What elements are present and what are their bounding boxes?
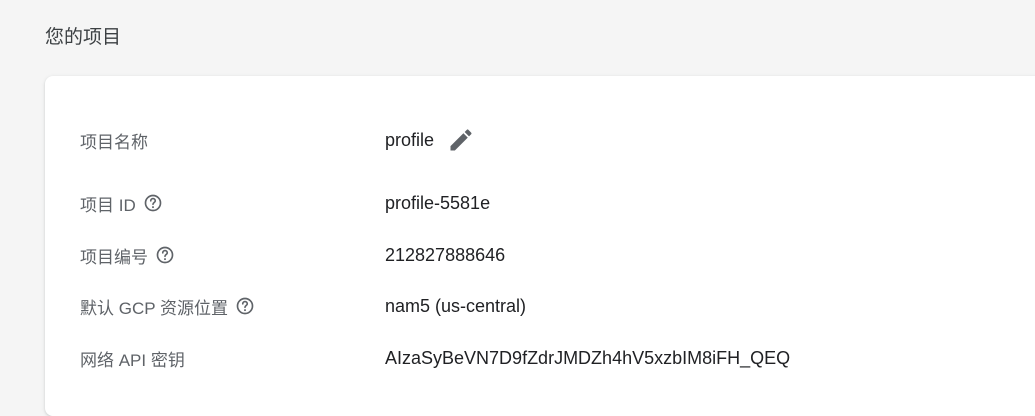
field-label-project-number: 项目编号 xyxy=(80,237,175,273)
field-label-project-id: 项目 ID xyxy=(80,185,163,221)
project-name-label: 项目名称 xyxy=(80,132,148,152)
field-value-web-api-key: AIzaSyBeVN7D9fZdrJMDZh4hV5xzbIM8iFH_QEQ xyxy=(385,340,790,376)
project-number-value: 212827888646 xyxy=(385,244,506,265)
project-name-value: profile xyxy=(385,129,435,150)
edit-project-name-button[interactable] xyxy=(446,125,476,155)
gcp-location-label: 默认 GCP 资源位置 xyxy=(80,298,228,318)
field-label-gcp-location: 默认 GCP 资源位置 xyxy=(80,288,255,324)
web-api-key-value: AIzaSyBeVN7D9fZdrJMDZh4hV5xzbIM8iFH_QEQ xyxy=(385,347,791,368)
field-row-project-id: 项目 ID profile-5581e xyxy=(45,185,1035,221)
pencil-icon xyxy=(450,129,472,151)
field-value-project-id: profile-5581e xyxy=(385,185,490,221)
field-value-project-number: 212827888646 xyxy=(385,237,505,273)
project-id-value: profile-5581e xyxy=(385,192,491,213)
field-row-gcp-location: 默认 GCP 资源位置 nam5 (us-central) xyxy=(45,288,1035,324)
web-api-key-label: 网络 API 密钥 xyxy=(80,350,185,370)
field-row-project-number: 项目编号 212827888646 xyxy=(45,237,1035,273)
field-value-project-name: profile xyxy=(385,122,476,158)
project-settings-card: 项目名称 profile 项目 ID profile-5581e 项目编号 21… xyxy=(45,76,1035,416)
help-circle-icon[interactable] xyxy=(143,193,163,213)
help-circle-icon[interactable] xyxy=(235,296,255,316)
field-label-web-api-key: 网络 API 密钥 xyxy=(80,340,185,376)
project-id-label: 项目 ID xyxy=(80,195,136,215)
help-circle-icon[interactable] xyxy=(155,245,175,265)
field-row-project-name: 项目名称 profile xyxy=(45,122,1035,158)
field-value-gcp-location: nam5 (us-central) xyxy=(385,288,526,324)
project-number-label: 项目编号 xyxy=(80,247,148,267)
field-row-web-api-key: 网络 API 密钥 AIzaSyBeVN7D9fZdrJMDZh4hV5xzbI… xyxy=(45,340,1035,376)
gcp-location-value: nam5 (us-central) xyxy=(385,295,527,316)
section-title: 您的项目 xyxy=(45,27,122,48)
field-label-project-name: 项目名称 xyxy=(80,122,148,158)
